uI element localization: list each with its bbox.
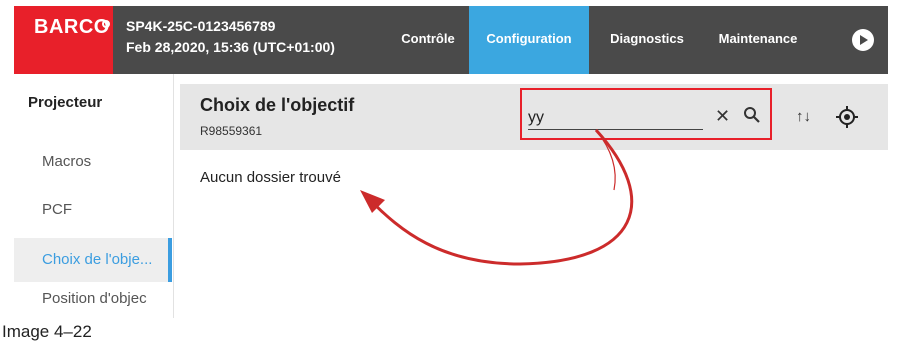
annotation-arrow	[360, 128, 634, 266]
figure-caption: Image 4–22	[2, 322, 92, 341]
